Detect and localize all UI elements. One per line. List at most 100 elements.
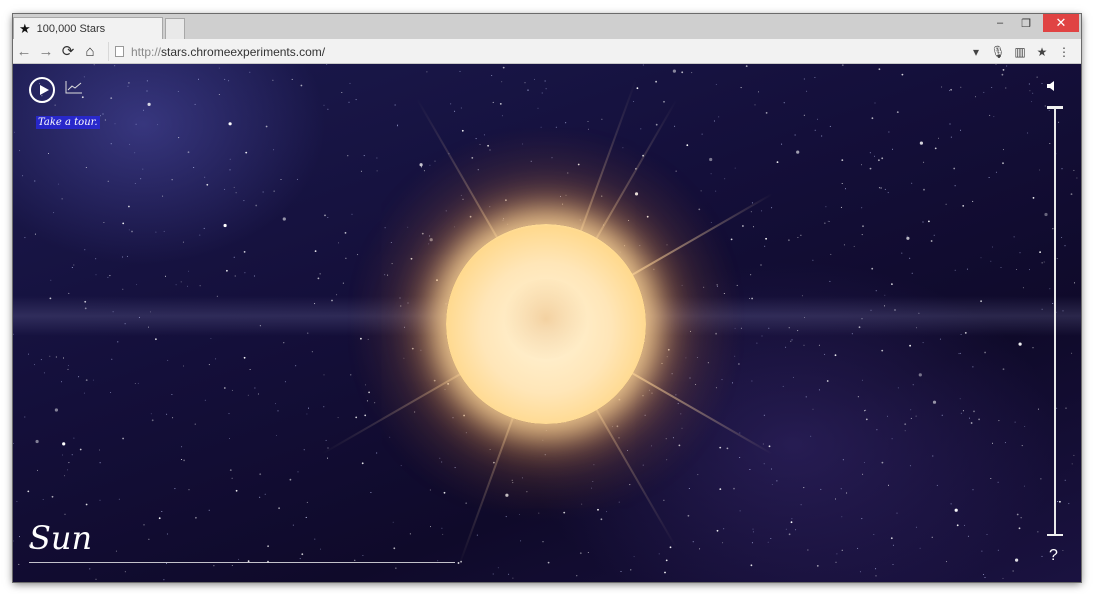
bookmarks-icon[interactable]: ▥ bbox=[1009, 45, 1031, 59]
home-icon[interactable]: ⌂ bbox=[79, 43, 101, 60]
tab-100000-stars[interactable]: ★ 100,000 Stars bbox=[13, 17, 163, 39]
star-dot bbox=[48, 153, 49, 154]
star-dot bbox=[234, 275, 236, 277]
star-dot bbox=[501, 81, 503, 83]
maximize-button[interactable]: ❐ bbox=[1015, 14, 1037, 32]
bookmark-star-icon[interactable]: ★ bbox=[1031, 45, 1053, 59]
take-a-tour-link[interactable]: Take a tour. bbox=[36, 116, 100, 129]
star-dot bbox=[278, 507, 280, 510]
star-dot bbox=[1028, 83, 1030, 85]
star-dot bbox=[73, 437, 75, 439]
star-dot bbox=[354, 559, 356, 561]
star-dot bbox=[43, 372, 45, 374]
star-dot bbox=[896, 512, 898, 514]
star-dot bbox=[148, 538, 150, 540]
star-dot bbox=[183, 365, 184, 367]
star-dot bbox=[910, 409, 912, 411]
star-dot bbox=[1002, 368, 1005, 371]
star-dot bbox=[871, 267, 874, 270]
star-dot bbox=[983, 91, 985, 93]
star-dot bbox=[84, 249, 86, 251]
star-dot bbox=[233, 186, 235, 188]
star-dot bbox=[64, 475, 65, 477]
dropdown-icon[interactable]: ▾ bbox=[965, 45, 987, 59]
star-viewport[interactable]: Take a tour. Sun ? bbox=[13, 64, 1081, 582]
star-dot bbox=[1000, 267, 1002, 268]
graph-icon[interactable] bbox=[65, 80, 83, 94]
microphone-icon[interactable]: 🎙 bbox=[987, 45, 1009, 59]
star-dot bbox=[102, 113, 104, 115]
back-icon[interactable]: ← bbox=[13, 43, 35, 60]
star-dot bbox=[806, 90, 808, 92]
star-dot bbox=[35, 439, 39, 444]
star-dot bbox=[762, 443, 764, 445]
star-dot bbox=[537, 107, 539, 109]
play-tour-button[interactable] bbox=[29, 77, 55, 103]
star-dot bbox=[62, 442, 66, 446]
star-dot bbox=[1018, 342, 1022, 346]
star-dot bbox=[875, 575, 877, 577]
star-dot bbox=[166, 533, 168, 535]
star-dot bbox=[520, 540, 522, 542]
star-dot bbox=[34, 233, 36, 235]
star-dot bbox=[991, 246, 993, 248]
star-dot bbox=[1058, 121, 1060, 123]
close-icon: ✕ bbox=[1055, 15, 1067, 30]
star-dot bbox=[896, 111, 899, 113]
star-dot bbox=[104, 119, 106, 121]
star-dot bbox=[887, 415, 888, 417]
star-dot bbox=[1018, 527, 1021, 530]
star-dot bbox=[758, 91, 759, 93]
star-dot bbox=[99, 499, 101, 501]
speaker-icon[interactable] bbox=[1045, 79, 1059, 93]
star-dot bbox=[53, 212, 55, 214]
star-dot bbox=[997, 481, 999, 483]
new-tab-button[interactable] bbox=[165, 18, 185, 39]
star-dot bbox=[911, 272, 913, 274]
star-dot bbox=[699, 548, 701, 550]
star-dot bbox=[255, 204, 258, 207]
star-dot bbox=[194, 103, 196, 105]
forward-icon[interactable]: → bbox=[35, 43, 57, 60]
selected-object-name: Sun bbox=[29, 519, 93, 557]
star-dot bbox=[825, 206, 827, 208]
star-dot bbox=[881, 349, 884, 352]
menu-icon[interactable]: ⋮ bbox=[1053, 45, 1075, 59]
star-dot bbox=[273, 149, 275, 151]
zoom-slider-track[interactable] bbox=[1054, 108, 1056, 536]
star-dot bbox=[85, 503, 88, 506]
star-dot bbox=[1056, 258, 1058, 260]
star-dot bbox=[85, 379, 88, 381]
star-dot bbox=[633, 556, 635, 558]
star-dot bbox=[973, 410, 975, 413]
star-dot bbox=[114, 65, 116, 67]
star-dot bbox=[135, 123, 137, 125]
star-dot bbox=[992, 442, 993, 444]
star-dot bbox=[826, 380, 829, 382]
star-dot bbox=[273, 190, 275, 192]
address-bar[interactable]: http://stars.chromeexperiments.com/ bbox=[108, 42, 1025, 61]
star-dot bbox=[718, 116, 720, 118]
star-dot bbox=[325, 439, 327, 441]
close-button[interactable]: ✕ bbox=[1043, 14, 1079, 32]
star-dot bbox=[932, 400, 937, 404]
star-dot bbox=[781, 143, 783, 145]
star-dot bbox=[906, 235, 908, 237]
star-dot bbox=[95, 578, 97, 580]
star-dot bbox=[719, 446, 722, 449]
name-underline bbox=[29, 562, 455, 563]
star-dot bbox=[103, 222, 105, 223]
help-button[interactable]: ? bbox=[1049, 547, 1058, 565]
star-dot bbox=[915, 526, 917, 528]
star-dot bbox=[842, 459, 844, 461]
star-dot bbox=[995, 64, 997, 65]
star-dot bbox=[910, 417, 912, 419]
star-dot bbox=[19, 150, 21, 152]
star-dot bbox=[664, 571, 666, 574]
star-dot bbox=[57, 183, 59, 185]
star-dot bbox=[203, 227, 205, 229]
reload-icon[interactable]: ⟳ bbox=[57, 42, 79, 60]
star-dot bbox=[163, 579, 165, 581]
minimize-button[interactable]: – bbox=[989, 14, 1011, 32]
star-dot bbox=[118, 498, 120, 500]
